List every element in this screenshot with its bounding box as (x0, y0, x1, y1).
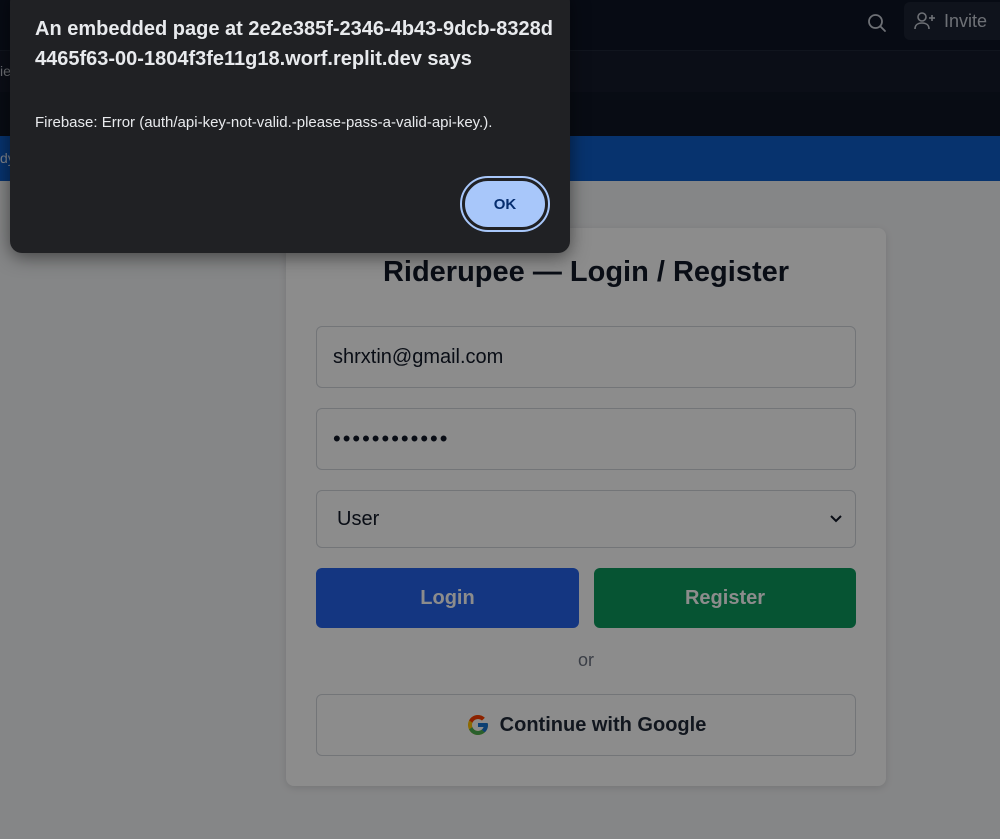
dialog-message: Firebase: Error (auth/api-key-not-valid.… (35, 114, 493, 131)
ok-button[interactable]: OK (460, 176, 550, 232)
alert-dialog: An embedded page at 2e2e385f-2346-4b43-9… (10, 0, 570, 253)
ok-label: OK (493, 195, 517, 213)
dialog-title: An embedded page at 2e2e385f-2346-4b43-9… (35, 18, 553, 70)
